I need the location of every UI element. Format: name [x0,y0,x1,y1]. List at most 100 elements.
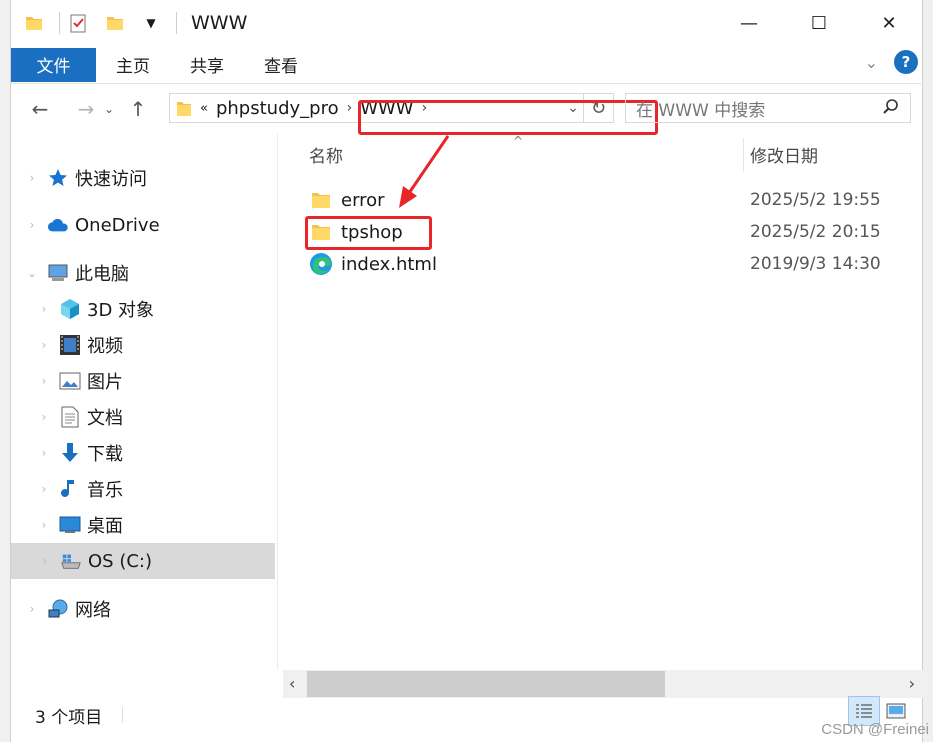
sidebar-item-os-c[interactable]: › OS (C:) [11,543,275,579]
file-date: 2019/9/3 14:30 [750,254,881,274]
background-page-right [923,0,933,742]
sidebar-item-downloads[interactable]: › 下载 [37,436,123,470]
search-placeholder: 在 WWW 中搜索 [636,100,766,121]
scroll-left-icon[interactable]: ‹ [289,674,295,693]
chevron-down-icon[interactable]: ⌄ [865,53,878,72]
item-count: 3 个项目 [35,707,103,728]
sidebar-item-network[interactable]: › 网络 [25,592,111,626]
column-header-date[interactable]: 修改日期 [750,142,818,167]
expand-arrow-icon[interactable]: › [37,410,51,424]
help-icon[interactable]: ? [894,50,918,74]
recent-locations-chevron-icon[interactable]: ⌄ [101,94,117,124]
scroll-right-icon[interactable]: › [909,674,915,693]
network-icon [47,598,69,620]
separator [122,707,124,723]
sidebar-label: 下载 [87,444,123,465]
close-button[interactable]: ✕ [854,0,924,46]
column-resize-handle[interactable] [743,138,744,172]
star-icon [47,167,69,189]
computer-icon [47,262,69,284]
folder-icon [23,12,45,34]
expand-arrow-icon[interactable]: › [37,374,51,388]
list-item-index-html[interactable]: index.html 2019/9/3 14:30 [309,249,909,279]
watermark: CSDN @Freinei [821,721,929,738]
expand-arrow-icon[interactable]: › [37,302,51,316]
maximize-button[interactable]: ☐ [784,0,854,46]
forward-arrow-icon[interactable]: → [71,94,101,124]
sidebar-item-documents[interactable]: › 文档 [37,400,123,434]
tab-home[interactable]: 主页 [96,48,170,82]
expand-arrow-icon[interactable]: › [37,482,51,496]
sort-ascending-icon: ^ [513,134,524,148]
tab-share[interactable]: 共享 [170,48,244,82]
customize-toolbar-icon[interactable]: ▼ [140,12,162,34]
up-arrow-icon[interactable]: ↑ [123,94,153,124]
sidebar-label: 桌面 [87,516,123,537]
search-icon[interactable] [882,98,900,121]
sidebar-label: 3D 对象 [87,300,155,321]
expand-arrow-icon[interactable]: › [25,218,39,232]
expand-arrow-icon[interactable]: › [37,338,51,352]
scrollbar-thumb[interactable] [307,671,665,697]
folder-icon [176,99,192,117]
tab-view[interactable]: 查看 [244,48,318,82]
sidebar-item-videos[interactable]: › 视频 [37,328,123,362]
file-date: 2025/5/2 19:55 [750,190,881,210]
navigation-pane: › 快速访问 › OneDrive ⌄ 此电脑 › 3D 对象 › 视频 › 图… [11,134,277,670]
file-date: 2025/5/2 20:15 [750,222,881,242]
background-page-left [0,0,10,742]
sidebar-item-desktop[interactable]: › 桌面 [37,508,123,542]
tab-file[interactable]: 文件 [11,47,96,82]
ribbon-tabs: 文件 主页 共享 查看 ⌄ ? [11,46,924,84]
sidebar-item-quick-access[interactable]: › 快速访问 [25,161,147,195]
search-box[interactable]: 在 WWW 中搜索 [625,93,911,123]
separator [59,12,60,34]
sidebar-label: 快速访问 [75,169,147,190]
sidebar-item-3d-objects[interactable]: › 3D 对象 [37,292,154,326]
minimize-button[interactable]: — [714,0,784,46]
collapse-arrow-icon[interactable]: ⌄ [25,266,39,280]
drive-icon [60,550,82,572]
expand-arrow-icon[interactable]: › [37,446,51,460]
highlight-box-address [358,100,658,135]
properties-icon[interactable] [68,12,90,34]
edge-icon [309,252,333,276]
sidebar-label: 图片 [87,372,123,393]
sidebar-label: OneDrive [75,214,160,236]
sidebar-item-pictures[interactable]: › 图片 [37,364,123,398]
horizontal-scrollbar[interactable]: ‹ › [283,670,923,698]
music-note-icon [59,478,81,500]
status-bar: 3 个项目 [11,700,924,730]
breadcrumb-phpstudy-pro[interactable]: phpstudy_pro [216,98,339,119]
picture-icon [59,370,81,392]
new-folder-icon[interactable] [104,12,126,34]
window-title: WWW [191,12,248,34]
file-name: error [341,189,385,211]
chevron-right-icon[interactable]: › [347,100,353,116]
film-icon [59,334,81,356]
breadcrumb-overflow[interactable]: « [200,101,208,116]
sidebar-label: 此电脑 [75,264,129,285]
expand-arrow-icon[interactable]: › [25,602,39,616]
expand-arrow-icon[interactable]: › [38,554,52,568]
document-icon [59,406,81,428]
file-list: ^ 名称 修改日期 error 2025/5/2 19:55 tpshop 20… [283,134,924,670]
ribbon-right-controls: ⌄ ? [865,50,918,74]
pane-divider[interactable] [277,134,278,670]
sidebar-label: 音乐 [87,480,123,501]
expand-arrow-icon[interactable]: › [37,518,51,532]
sidebar-item-music[interactable]: › 音乐 [37,472,123,506]
sidebar-item-onedrive[interactable]: › OneDrive [25,208,160,242]
folder-icon [309,188,333,212]
window-controls: — ☐ ✕ [714,0,924,46]
sidebar-item-this-pc[interactable]: ⌄ 此电脑 [25,256,129,290]
expand-arrow-icon[interactable]: › [25,171,39,185]
back-arrow-icon[interactable]: ← [25,94,55,124]
separator [176,12,177,34]
sidebar-label: 文档 [87,408,123,429]
address-bar[interactable]: « phpstudy_pro › WWW › ⌄ ↻ [169,93,658,135]
column-header-name[interactable]: 名称 [309,142,343,167]
desktop-icon [59,514,81,536]
highlight-box-tpshop [305,216,432,250]
sidebar-label: 网络 [75,600,111,621]
